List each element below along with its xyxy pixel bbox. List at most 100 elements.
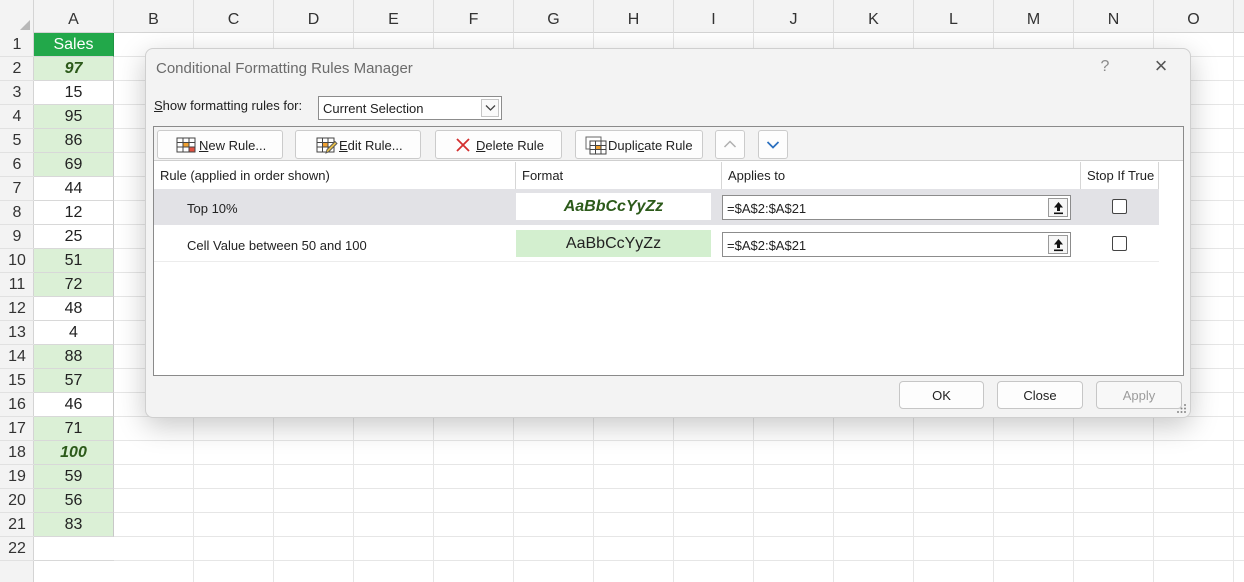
row-header[interactable]: 6	[0, 153, 34, 177]
row-header[interactable]: 11	[0, 273, 34, 297]
applies-to-input[interactable]: =$A$2:$A$21	[722, 195, 1071, 220]
rule-row-top-10[interactable]: Top 10% AaBbCcYyZz =$A$2:$A$21	[154, 189, 1159, 225]
row-header[interactable]: 17	[0, 417, 34, 441]
column-header-stop-if-true: Stop If True	[1081, 162, 1159, 189]
row-header[interactable]: 15	[0, 369, 34, 393]
stop-if-true-checkbox[interactable]	[1112, 236, 1127, 251]
move-up-button[interactable]	[715, 130, 745, 159]
rules-manager-dialog: Conditional Formatting Rules Manager ? ×…	[145, 48, 1191, 418]
column-header[interactable]: K	[834, 0, 914, 33]
row-header[interactable]: 8	[0, 201, 34, 225]
applies-to-value: =$A$2:$A$21	[727, 201, 807, 216]
rule-row-cell-value-between[interactable]: Cell Value between 50 and 100 AaBbCcYyZz…	[154, 226, 1159, 262]
row-header[interactable]: 22	[0, 537, 34, 561]
row-header[interactable]: 2	[0, 57, 34, 81]
delete-rule-label: Delete Rule	[476, 138, 544, 153]
cell-a8[interactable]: 12	[34, 201, 114, 225]
gridline	[1233, 33, 1234, 582]
apply-button[interactable]: Apply	[1096, 381, 1182, 409]
cell-a2[interactable]: 97	[34, 57, 114, 81]
delete-rule-key: D	[476, 138, 486, 153]
show-rules-select[interactable]: Current Selection	[318, 96, 502, 120]
row-header[interactable]: 14	[0, 345, 34, 369]
delete-rule-button[interactable]: Delete Rule	[435, 130, 562, 159]
column-header[interactable]: L	[914, 0, 994, 33]
cell-a1[interactable]: Sales	[34, 33, 114, 57]
row-header[interactable]: 9	[0, 225, 34, 249]
cell-a10[interactable]: 51	[34, 249, 114, 273]
rule-name: Cell Value between 50 and 100	[187, 238, 367, 253]
applies-to-input[interactable]: =$A$2:$A$21	[722, 232, 1071, 257]
cell-a5[interactable]: 86	[34, 129, 114, 153]
column-header[interactable]: D	[274, 0, 354, 33]
cell-a7[interactable]: 44	[34, 177, 114, 201]
row-header[interactable]: 7	[0, 177, 34, 201]
edit-rule-label: Edit Rule...	[339, 138, 403, 153]
cell-a6[interactable]: 69	[34, 153, 114, 177]
close-icon[interactable]: ×	[1151, 55, 1171, 77]
cell-a19[interactable]: 59	[34, 465, 114, 489]
column-header[interactable]: A	[34, 0, 114, 33]
row-header[interactable]: 10	[0, 249, 34, 273]
cell-a4[interactable]: 95	[34, 105, 114, 129]
cell-a13[interactable]: 4	[34, 321, 114, 345]
column-header[interactable]: I	[674, 0, 754, 33]
help-button[interactable]: ?	[1098, 58, 1112, 76]
column-header[interactable]: G	[514, 0, 594, 33]
duplicate-rule-text-pre: Dupli	[608, 138, 638, 153]
row-header[interactable]: 21	[0, 513, 34, 537]
row-header[interactable]: 1	[0, 33, 34, 57]
collapse-range-icon[interactable]	[1048, 198, 1068, 217]
gridline	[114, 440, 1244, 441]
cell-a21[interactable]: 83	[34, 513, 114, 537]
new-rule-icon	[176, 137, 196, 153]
new-rule-button[interactable]: New Rule...	[157, 130, 283, 159]
column-header[interactable]: M	[994, 0, 1074, 33]
duplicate-rule-text-post: ate Rule	[644, 138, 693, 153]
row-header[interactable]: 5	[0, 129, 34, 153]
column-header[interactable]: H	[594, 0, 674, 33]
rules-panel: New Rule... Edit Rule... Delete Rule Dup…	[153, 126, 1184, 376]
edit-rule-button[interactable]: Edit Rule...	[295, 130, 421, 159]
cell-a9[interactable]: 25	[34, 225, 114, 249]
row-header[interactable]: 13	[0, 321, 34, 345]
column-header[interactable]: O	[1154, 0, 1234, 33]
column-headers: ABCDEFGHIJKLMNO	[0, 0, 1244, 33]
cell-a22[interactable]	[34, 537, 114, 561]
cell-a17[interactable]: 71	[34, 417, 114, 441]
show-rules-value: Current Selection	[323, 101, 424, 116]
chevron-down-icon[interactable]	[481, 99, 499, 117]
column-header-applies-to: Applies to	[722, 162, 1081, 189]
gridline	[114, 464, 1244, 465]
resize-grip-icon[interactable]	[1177, 404, 1187, 414]
row-header[interactable]: 3	[0, 81, 34, 105]
move-down-button[interactable]	[758, 130, 788, 159]
close-button[interactable]: Close	[997, 381, 1083, 409]
row-header[interactable]: 20	[0, 489, 34, 513]
column-header[interactable]: E	[354, 0, 434, 33]
collapse-range-icon[interactable]	[1048, 235, 1068, 254]
cell-a15[interactable]: 57	[34, 369, 114, 393]
cell-a16[interactable]: 46	[34, 393, 114, 417]
cell-a12[interactable]: 48	[34, 297, 114, 321]
column-header[interactable]: N	[1074, 0, 1154, 33]
stop-if-true-checkbox[interactable]	[1112, 199, 1127, 214]
row-header[interactable]: 12	[0, 297, 34, 321]
row-header[interactable]: 18	[0, 441, 34, 465]
rules-grid-header: Rule (applied in order shown) Format App…	[154, 162, 1183, 189]
cell-a11[interactable]: 72	[34, 273, 114, 297]
cell-a3[interactable]: 15	[34, 81, 114, 105]
cell-a18[interactable]: 100	[34, 441, 114, 465]
ok-button[interactable]: OK	[899, 381, 984, 409]
cell-a20[interactable]: 56	[34, 489, 114, 513]
column-header[interactable]: B	[114, 0, 194, 33]
row-header[interactable]: 4	[0, 105, 34, 129]
select-all-corner[interactable]	[0, 0, 34, 33]
column-header[interactable]: F	[434, 0, 514, 33]
duplicate-rule-button[interactable]: Duplicate Rule	[575, 130, 703, 159]
cell-a14[interactable]: 88	[34, 345, 114, 369]
row-header[interactable]: 19	[0, 465, 34, 489]
column-header[interactable]: J	[754, 0, 834, 33]
row-header[interactable]: 16	[0, 393, 34, 417]
column-header[interactable]: C	[194, 0, 274, 33]
